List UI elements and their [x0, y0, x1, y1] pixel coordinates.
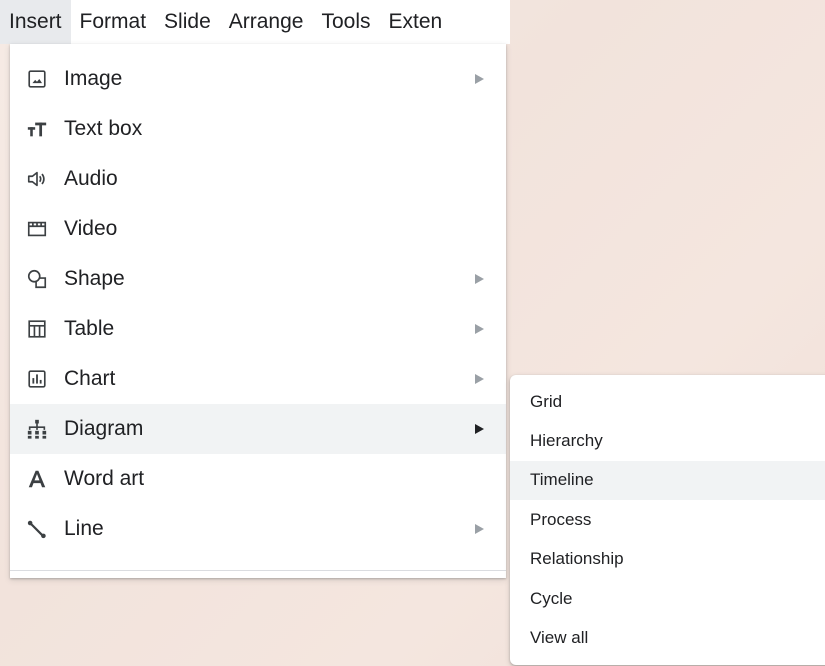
line-icon	[24, 516, 50, 542]
submenu-arrow-icon	[475, 424, 484, 434]
insert-text-box-item[interactable]: Text box	[10, 104, 506, 154]
submenu-arrow-icon	[475, 524, 484, 534]
menu-bar: Insert Format Slide Arrange Tools Exten	[0, 0, 510, 44]
insert-menu: Image Text box Audio Video Shape Table C…	[10, 44, 506, 578]
diagram-cycle-item[interactable]: Cycle	[510, 579, 825, 618]
insert-text-box-label: Text box	[64, 117, 143, 140]
submenu-arrow-icon	[475, 74, 484, 84]
shape-icon	[24, 266, 50, 292]
insert-line-item[interactable]: Line	[10, 504, 506, 554]
insert-diagram-label: Diagram	[64, 417, 144, 440]
insert-line-label: Line	[64, 517, 104, 540]
menu-slide[interactable]: Slide	[155, 0, 220, 44]
insert-image-item[interactable]: Image	[10, 54, 506, 104]
menu-extensions[interactable]: Exten	[380, 0, 452, 44]
image-icon	[24, 66, 50, 92]
word-art-icon	[24, 466, 50, 492]
audio-icon	[24, 166, 50, 192]
submenu-arrow-icon	[475, 374, 484, 384]
diagram-timeline-item[interactable]: Timeline	[510, 460, 825, 501]
diagram-icon	[24, 416, 50, 442]
insert-video-item[interactable]: Video	[10, 204, 506, 254]
text-box-icon	[24, 116, 50, 142]
insert-shape-item[interactable]: Shape	[10, 254, 506, 304]
menu-tools[interactable]: Tools	[312, 0, 379, 44]
insert-shape-label: Shape	[64, 267, 125, 290]
diagram-relationship-item[interactable]: Relationship	[510, 540, 825, 579]
insert-table-item[interactable]: Table	[10, 304, 506, 354]
insert-table-label: Table	[64, 317, 115, 340]
insert-diagram-item[interactable]: Diagram	[10, 404, 506, 454]
insert-image-label: Image	[64, 67, 123, 90]
insert-word-art-label: Word art	[64, 467, 145, 490]
diagram-view-all-item[interactable]: View all	[510, 618, 825, 657]
insert-audio-label: Audio	[64, 167, 118, 190]
insert-audio-item[interactable]: Audio	[10, 154, 506, 204]
insert-chart-label: Chart	[64, 367, 116, 390]
diagram-submenu: Grid Hierarchy Timeline Process Relation…	[510, 375, 825, 665]
video-icon	[24, 216, 50, 242]
menu-arrange[interactable]: Arrange	[220, 0, 313, 44]
diagram-grid-item[interactable]: Grid	[510, 382, 825, 421]
insert-word-art-item[interactable]: Word art	[10, 454, 506, 504]
diagram-process-item[interactable]: Process	[510, 500, 825, 539]
insert-video-label: Video	[64, 217, 118, 240]
menu-divider	[10, 570, 506, 571]
submenu-arrow-icon	[475, 274, 484, 284]
table-icon	[24, 316, 50, 342]
submenu-arrow-icon	[475, 324, 484, 334]
diagram-hierarchy-item[interactable]: Hierarchy	[510, 421, 825, 460]
menu-insert[interactable]: Insert	[0, 0, 71, 44]
menu-format[interactable]: Format	[71, 0, 156, 44]
insert-chart-item[interactable]: Chart	[10, 354, 506, 404]
chart-icon	[24, 366, 50, 392]
